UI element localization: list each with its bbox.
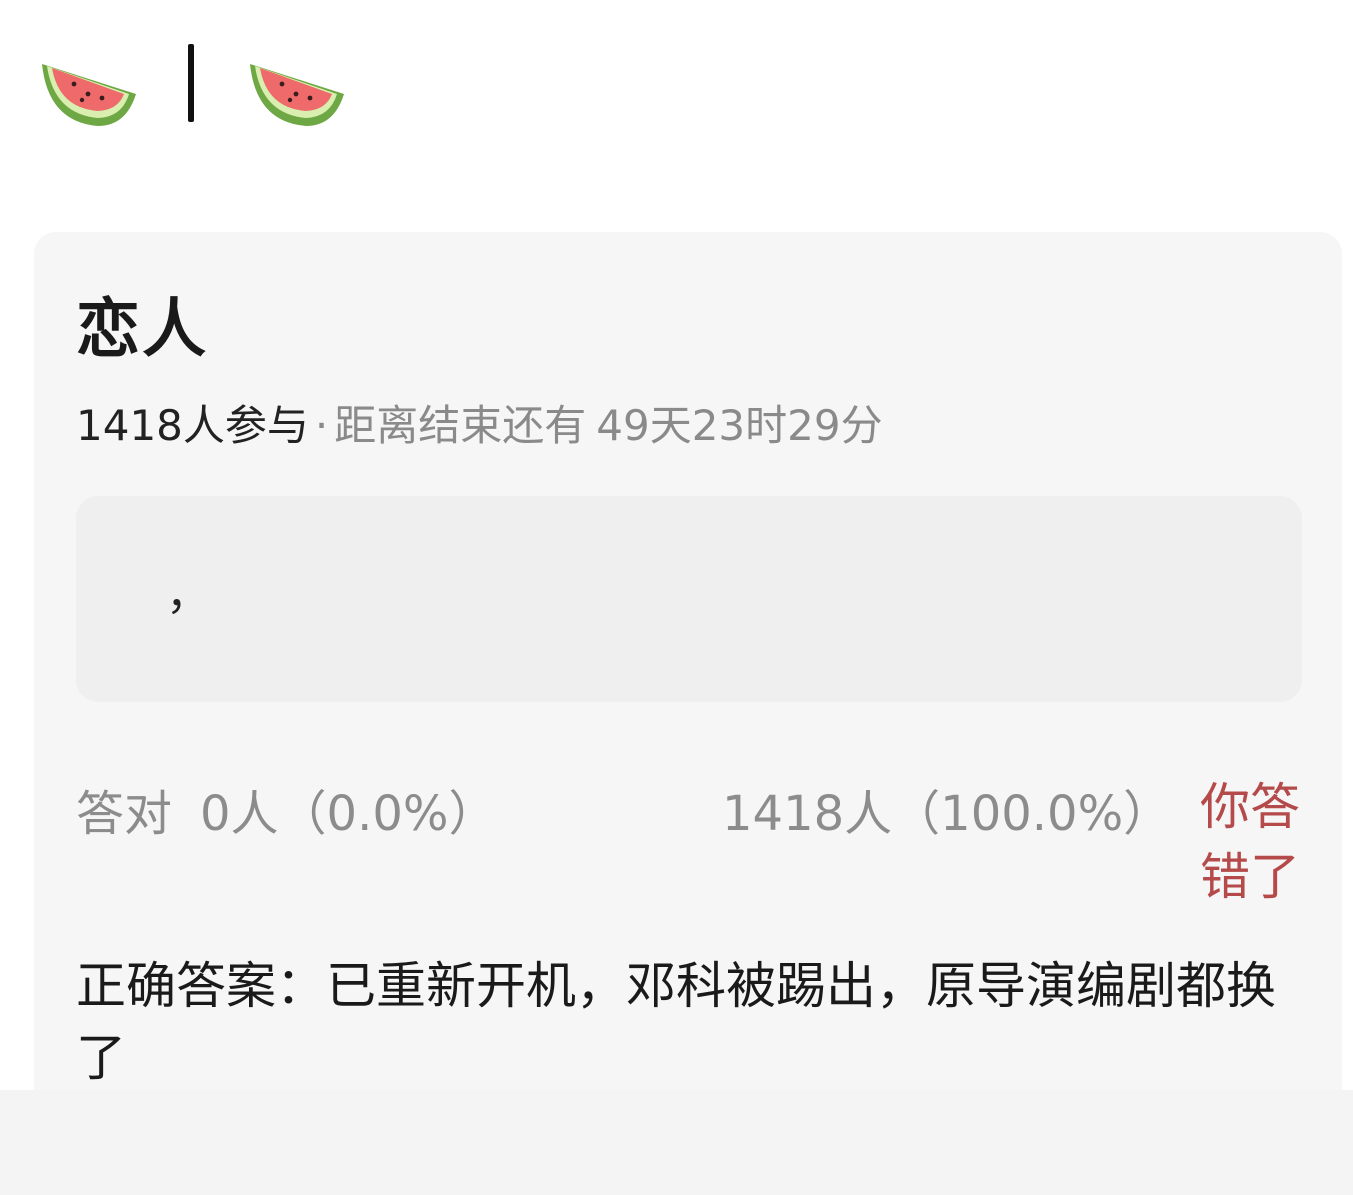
- poll-title: 恋人: [76, 293, 208, 367]
- correct-answer-text: 正确答案：已重新开机，邓科被踢出，原导演编剧都换了: [76, 957, 1276, 1087]
- header-divider: [188, 44, 194, 122]
- deadline-label: 距离结束还有: [334, 401, 587, 450]
- meta-separator: ·: [314, 401, 329, 450]
- page-background: 恋人 1418人参与 · 距离结束还有 49天23时29分 ， 答对 0人（0.0%） …: [0, 0, 1353, 1090]
- wrong-stat: 1418人（100.0%）: [722, 786, 1172, 842]
- correct-label: 答对: [76, 786, 173, 842]
- watermelon-icon: [250, 64, 344, 126]
- poll-card: 恋人 1418人参与 · 距离结束还有 49天23时29分 ， 答对 0人（0.0%） …: [34, 232, 1342, 1090]
- poll-option[interactable]: ，: [76, 496, 1302, 702]
- watermelon-icon: [42, 64, 136, 126]
- correct-count: 0人（0.0%）: [200, 786, 497, 842]
- poll-meta: 1418人参与 · 距离结束还有 49天23时29分: [76, 392, 883, 453]
- poll-option-text: ，: [166, 569, 210, 620]
- participant-count: 1418人参与: [76, 401, 309, 450]
- deadline-countdown: 49天23时29分: [596, 401, 883, 450]
- wrong-result-label: 你答错了: [1200, 778, 1300, 906]
- header-row: [38, 40, 378, 130]
- correct-stat: 答对 0人（0.0%）: [76, 774, 497, 844]
